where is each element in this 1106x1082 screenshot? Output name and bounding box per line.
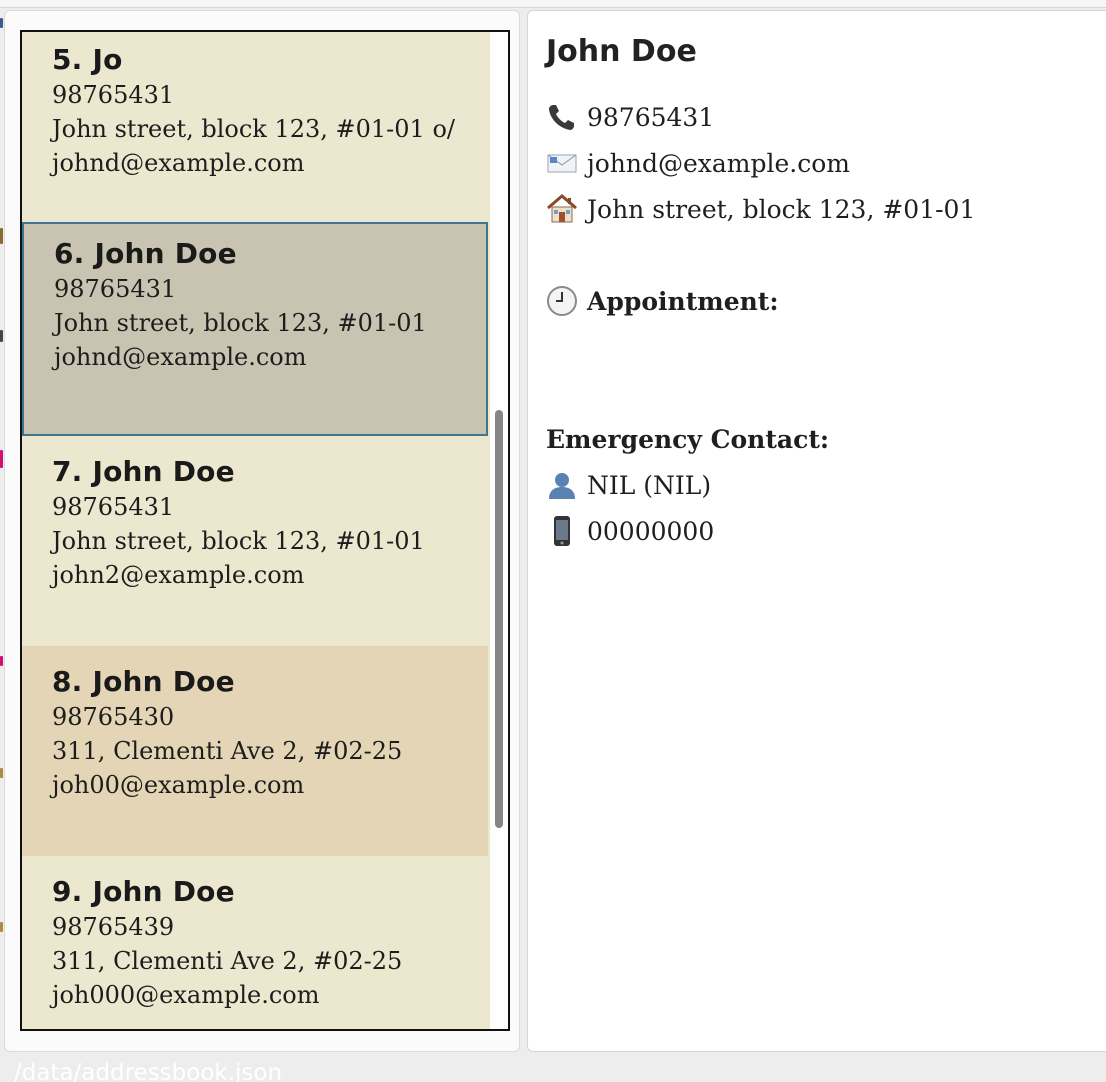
emergency-name-row: NIL (NIL) [546,467,711,503]
person-card-name: 7. John Doe [52,455,235,488]
emergency-phone: 00000000 [587,516,715,546]
person-card[interactable]: 8. John Doe 98765430 311, Clementi Ave 2… [22,646,488,857]
person-card[interactable]: 5. Jo 98765431 John street, block 123, #… [22,32,488,235]
person-card-email: johnd@example.com [52,149,305,177]
detail-email: johnd@example.com [587,148,851,178]
phone-receiver-icon [546,101,578,133]
detail-phone-row: 98765431 [546,99,714,135]
mobile-phone-icon [546,515,578,547]
top-strip [0,0,1106,8]
person-card-phone: 98765431 [52,81,175,109]
emergency-contact-label: Emergency Contact: [546,424,830,454]
person-card-email: joh00@example.com [52,771,305,799]
clock-icon [546,285,578,317]
emergency-phone-row: 00000000 [546,513,714,549]
detail-phone: 98765431 [587,102,715,132]
person-card-selected[interactable]: 6. John Doe 98765431 John street, block … [22,222,488,436]
detail-email-row: johnd@example.com [546,145,850,181]
edge-mark [0,922,3,932]
person-card-address: 311, Clementi Ave 2, #02-25 [52,947,403,975]
person-icon [546,469,578,501]
person-card-phone: 98765439 [52,913,175,941]
edge-mark [0,228,3,244]
detail-appointment-row: Appointment: [546,283,779,319]
edge-mark [0,330,3,342]
person-card-email: john2@example.com [52,561,305,589]
emergency-name: NIL (NIL) [587,470,712,500]
person-card-name: 6. John Doe [54,237,237,270]
status-bar-file-path: /data/addressbook.json [14,1060,283,1082]
person-card-address: John street, block 123, #01-01 [54,309,427,337]
detail-address-row: John street, block 123, #01-01 [546,191,975,227]
person-card-phone: 98765430 [52,703,175,731]
edge-mark [0,768,3,778]
envelope-icon [546,147,578,179]
person-card-name: 5. Jo [52,43,123,76]
edge-mark [0,450,3,468]
person-card-email: johnd@example.com [54,343,307,371]
person-card-address: 311, Clementi Ave 2, #02-25 [52,737,403,765]
person-card-phone: 98765431 [52,493,175,521]
emergency-contact-heading-row: Emergency Contact: [546,421,829,457]
address-book-window: 5. Jo 98765431 John street, block 123, #… [0,0,1106,1082]
detail-address: John street, block 123, #01-01 [587,194,976,224]
person-card-name: 8. John Doe [52,665,235,698]
edge-mark [0,656,3,666]
person-list[interactable]: 5. Jo 98765431 John street, block 123, #… [20,30,510,1031]
person-card-phone: 98765431 [54,275,177,303]
detail-name: John Doe [546,34,697,69]
appointment-label: Appointment: [587,286,779,316]
person-card[interactable]: 7. John Doe 98765431 John street, block … [22,436,488,647]
person-card-address: John street, block 123, #01-01 o/ [52,115,455,143]
person-card[interactable]: 9. John Doe 98765439 311, Clementi Ave 2… [22,856,488,1029]
person-card-name: 9. John Doe [52,875,235,908]
person-card-address: John street, block 123, #01-01 [52,527,425,555]
list-scrollbar-thumb[interactable] [495,410,503,828]
house-icon [546,193,578,225]
person-card-email: joh000@example.com [52,981,320,1009]
person-list-viewport[interactable]: 5. Jo 98765431 John street, block 123, #… [22,32,488,1029]
edge-mark [0,18,3,28]
